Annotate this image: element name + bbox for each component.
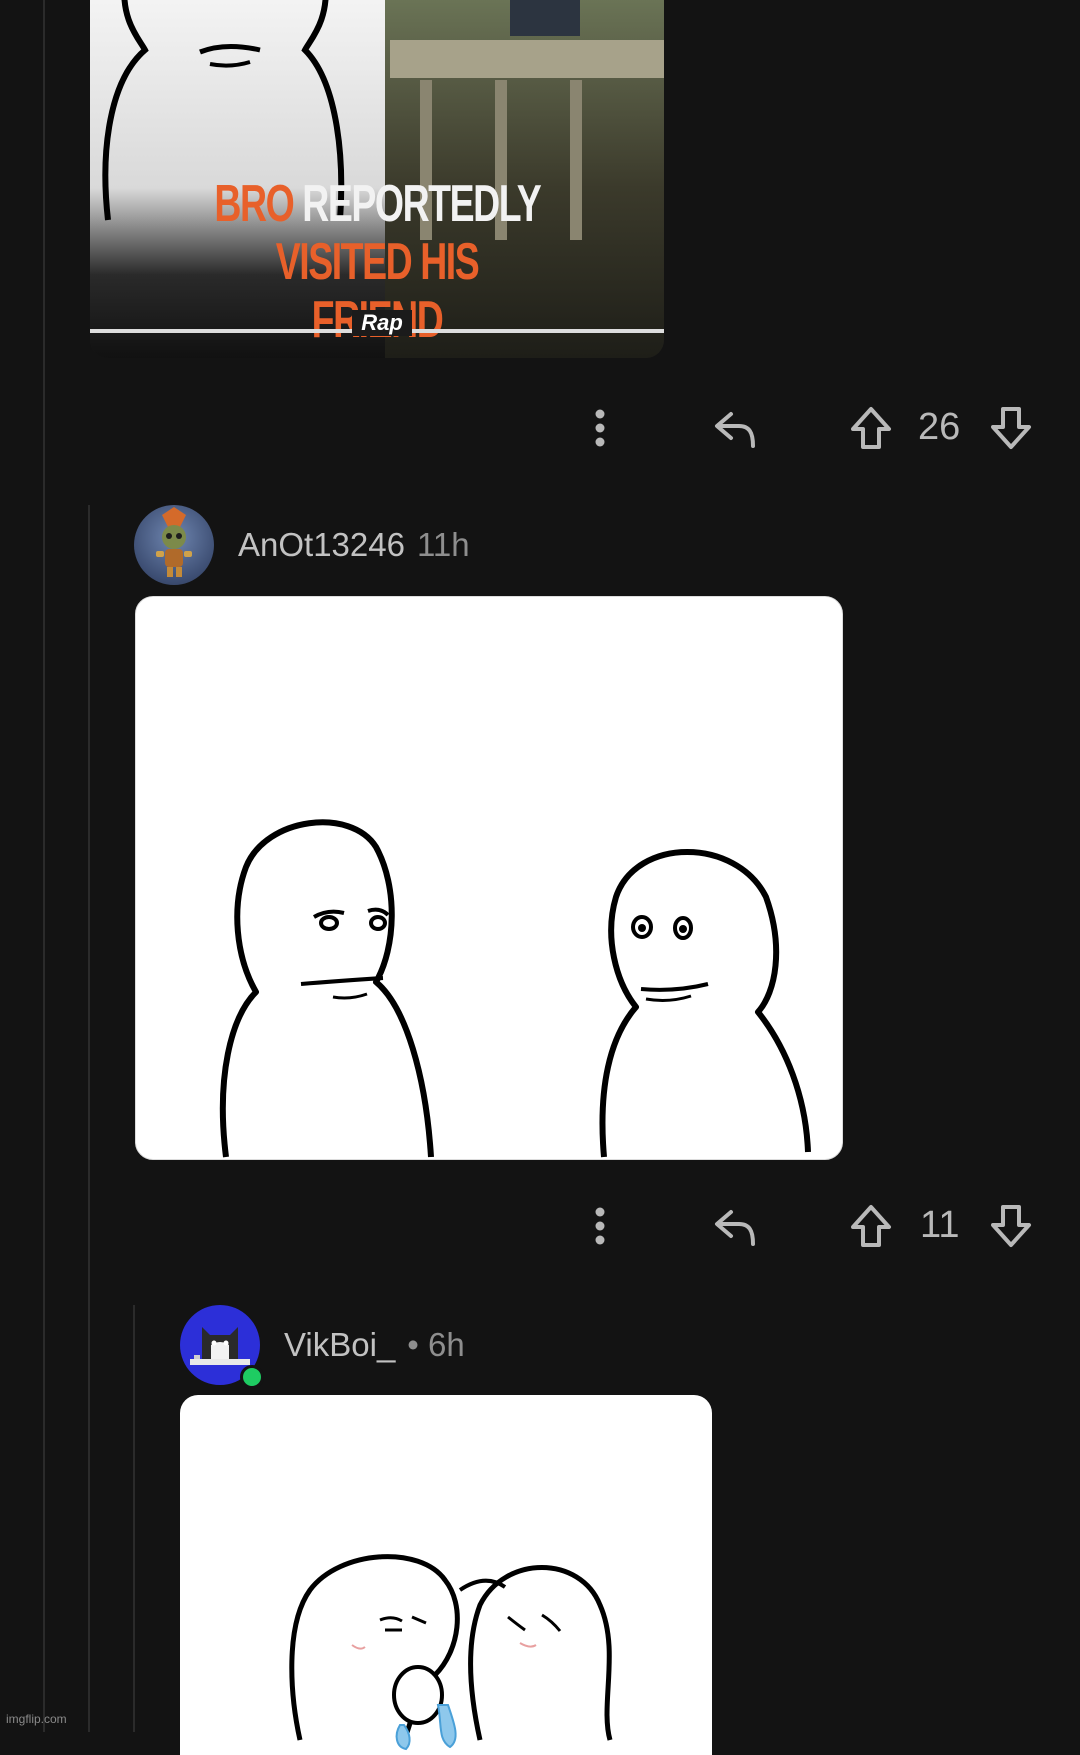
downvote-button[interactable]	[988, 398, 1034, 458]
comment-header: VikBoi_ • 6h	[180, 1305, 465, 1389]
caption-word-reportedly: REPORTEDLY	[302, 175, 541, 233]
upvote-icon	[851, 407, 891, 449]
more-options-icon	[595, 1207, 605, 1245]
comment-timestamp: 11h	[416, 526, 470, 563]
house-window	[510, 0, 580, 36]
reply-icon	[715, 412, 755, 448]
meme-two-characters-drawing	[219, 819, 811, 1158]
post-action-bar: 26	[0, 398, 1080, 458]
downvote-icon	[991, 1205, 1031, 1247]
house-roof	[390, 40, 664, 78]
upvote-icon	[851, 1205, 891, 1247]
downvote-icon	[991, 407, 1031, 449]
comment-vote-count: 11	[920, 1204, 960, 1246]
avatar-wrapper	[180, 1305, 264, 1389]
comment-username[interactable]: AnOt13246	[238, 526, 405, 564]
thread-line-level2	[133, 1305, 135, 1732]
imgflip-watermark: imgflip.com	[6, 1712, 67, 1726]
caption-word-bro: BRO	[214, 175, 294, 233]
reply-icon	[715, 1210, 755, 1246]
online-status-indicator	[240, 1365, 264, 1389]
reply-button[interactable]	[710, 1196, 760, 1256]
upvote-button[interactable]	[848, 1196, 894, 1256]
thread-line-root	[43, 0, 45, 1732]
caption-word-visited: VISITED HIS	[275, 233, 480, 291]
comment-username[interactable]: VikBoi_	[284, 1326, 395, 1364]
post-vote-count: 26	[918, 406, 961, 448]
comment-timestamp: • 6h	[407, 1326, 465, 1363]
downvote-button[interactable]	[988, 1196, 1034, 1256]
meme-crying-hug-drawing	[289, 1554, 613, 1751]
comment-header: AnOt13246 11h	[134, 505, 470, 585]
avatar[interactable]	[134, 505, 214, 585]
thread-line-level1	[88, 505, 90, 1732]
comment-action-bar: 11	[0, 1196, 1080, 1256]
more-options-icon	[595, 409, 605, 447]
comment-image[interactable]	[180, 1395, 712, 1755]
more-options-button[interactable]	[580, 398, 620, 458]
comment-image[interactable]	[135, 596, 843, 1160]
upvote-button[interactable]	[848, 398, 894, 458]
reply-button[interactable]	[710, 398, 760, 458]
more-options-button[interactable]	[580, 1196, 620, 1256]
avatar-character-icon	[156, 507, 192, 577]
post-image[interactable]: BRO REPORTEDLY VISITED HIS FRIEND Rap	[90, 0, 664, 358]
meme-logo: Rap	[352, 310, 412, 336]
